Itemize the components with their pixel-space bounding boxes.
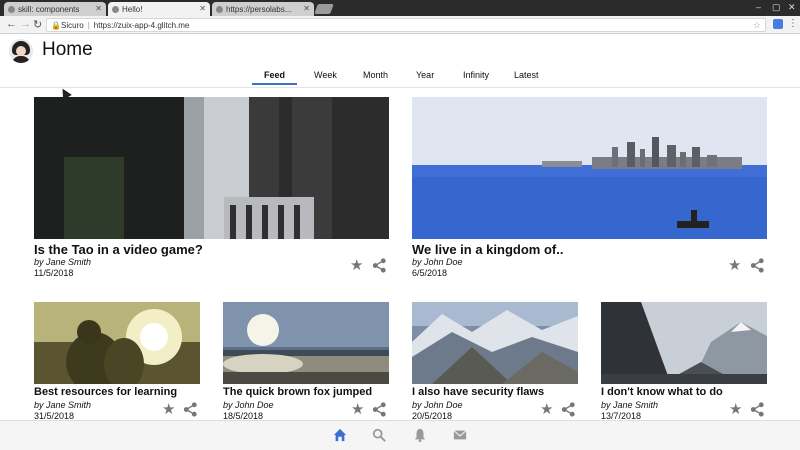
feed-tabs: Feed Week Month Year Infinity Latest: [0, 68, 800, 88]
card-image: [223, 302, 389, 384]
tab-month[interactable]: Month: [363, 70, 388, 80]
browser-tab-label: skill: components: [18, 5, 80, 14]
article-card[interactable]: Best resources for learning by Jane Smit…: [34, 302, 200, 421]
tab-year[interactable]: Year: [416, 70, 434, 80]
favorite-star-icon[interactable]: ★: [162, 400, 175, 418]
page-title: Home: [42, 39, 93, 60]
card-image: [34, 97, 389, 239]
browser-menu-icon[interactable]: ⋮: [788, 18, 798, 29]
browser-tab-3[interactable]: https://persolabs... ✕: [212, 2, 314, 16]
favorite-star-icon[interactable]: ★: [350, 256, 363, 274]
tab-latest[interactable]: Latest: [514, 70, 539, 80]
share-icon[interactable]: [183, 402, 198, 417]
close-icon[interactable]: ✕: [303, 4, 310, 13]
featured-card[interactable]: We live in a kingdom of.. by John Doe 6/…: [412, 97, 767, 278]
new-tab-button[interactable]: [314, 4, 334, 14]
browser-tab-label: https://persolabs...: [226, 5, 292, 14]
card-author: by John Doe: [223, 400, 274, 410]
url-input[interactable]: 🔒 Sicuro | https://zuix-app-4.glitch.me ☆: [46, 18, 766, 32]
card-image: [601, 302, 767, 384]
article-card[interactable]: The quick brown fox jumped by John Doe 1…: [223, 302, 389, 421]
browser-tab-2[interactable]: Hello! ✕: [108, 2, 210, 16]
card-author: by Jane Smith: [34, 257, 92, 267]
card-image: [412, 97, 767, 239]
share-icon[interactable]: [372, 258, 387, 273]
article-card[interactable]: I don't know what to do by Jane Smith 13…: [601, 302, 767, 421]
lock-icon: 🔒: [51, 21, 61, 30]
avatar[interactable]: [9, 39, 33, 63]
extension-icon[interactable]: [773, 19, 783, 29]
browser-tab-label: Hello!: [122, 5, 143, 14]
browser-tab-bar: skill: components ✕ Hello! ✕ https://per…: [0, 0, 800, 16]
featured-card[interactable]: Is the Tao in a video game? by Jane Smit…: [34, 97, 389, 278]
share-icon[interactable]: [561, 402, 576, 417]
favorite-star-icon[interactable]: ★: [540, 400, 553, 418]
card-image: [412, 302, 578, 384]
card-title[interactable]: I also have security flaws: [412, 386, 544, 398]
tab-week[interactable]: Week: [314, 70, 337, 80]
share-icon[interactable]: [750, 258, 765, 273]
card-title[interactable]: Best resources for learning: [34, 386, 177, 398]
favicon-icon: [216, 6, 223, 13]
address-bar: ← → ↻ 🔒 Sicuro | https://zuix-app-4.glitch…: [0, 16, 800, 34]
card-date: 11/5/2018: [34, 268, 74, 278]
card-title[interactable]: We live in a kingdom of..: [412, 242, 563, 257]
tab-feed[interactable]: Feed: [251, 70, 298, 85]
share-icon[interactable]: [372, 402, 387, 417]
app-header: Home Feed Week Month Year Infinity Lates…: [0, 34, 800, 88]
close-icon[interactable]: ✕: [95, 4, 102, 13]
bell-icon[interactable]: [413, 428, 427, 442]
browser-tab-1[interactable]: skill: components ✕: [4, 2, 106, 16]
favicon-icon: [112, 6, 119, 13]
home-icon[interactable]: [333, 428, 347, 442]
card-author: by Jane Smith: [601, 400, 659, 410]
close-icon[interactable]: ✕: [199, 4, 206, 13]
favorite-star-icon[interactable]: ★: [729, 400, 742, 418]
reload-icon[interactable]: ↻: [33, 18, 42, 31]
card-title[interactable]: Is the Tao in a video game?: [34, 242, 203, 257]
card-title[interactable]: The quick brown fox jumped: [223, 386, 372, 398]
url-text: https://zuix-app-4.glitch.me: [93, 21, 190, 30]
secure-label: Sicuro: [61, 21, 84, 30]
card-image: [34, 302, 200, 384]
forward-icon[interactable]: →: [20, 18, 31, 30]
back-icon[interactable]: ←: [6, 18, 17, 30]
bottom-navigation: [0, 420, 800, 450]
favorite-star-icon[interactable]: ★: [728, 256, 741, 274]
tab-infinity[interactable]: Infinity: [463, 70, 489, 80]
maximize-icon[interactable]: ▢: [772, 2, 781, 13]
window-close-icon[interactable]: ✕: [788, 2, 796, 13]
card-title[interactable]: I don't know what to do: [601, 386, 723, 398]
card-author: by John Doe: [412, 257, 463, 267]
card-date: 6/5/2018: [412, 268, 448, 278]
favicon-icon: [8, 6, 15, 13]
share-icon[interactable]: [750, 402, 765, 417]
article-card[interactable]: I also have security flaws by John Doe 2…: [412, 302, 578, 421]
card-author: by Jane Smith: [34, 400, 92, 410]
bookmark-star-icon[interactable]: ☆: [753, 20, 761, 31]
mail-icon[interactable]: [453, 428, 467, 442]
search-icon[interactable]: [372, 428, 386, 442]
favorite-star-icon[interactable]: ★: [351, 400, 364, 418]
minimize-icon[interactable]: –: [756, 2, 761, 12]
card-author: by John Doe: [412, 400, 463, 410]
